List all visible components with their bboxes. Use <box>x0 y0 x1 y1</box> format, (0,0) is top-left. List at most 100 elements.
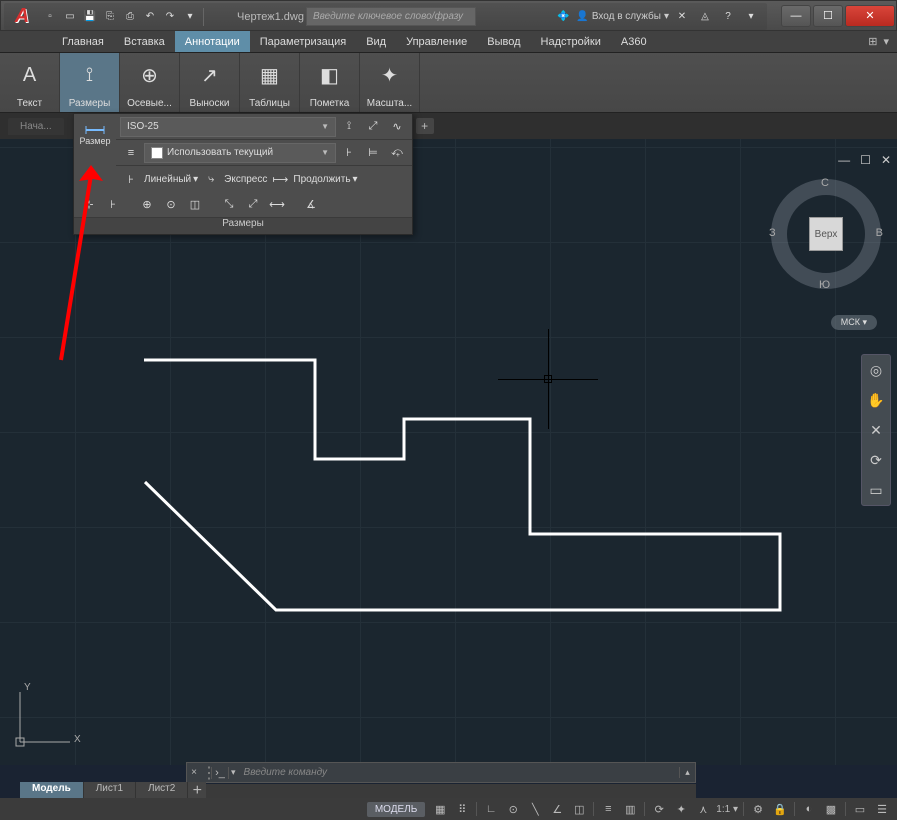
status-iso-icon[interactable]: ╲ <box>524 800 546 818</box>
status-grid-icon[interactable]: ▦ <box>429 800 451 818</box>
dim-oblique-icon[interactable]: ⤡ <box>218 195 240 215</box>
cmd-history-icon[interactable]: ▴ <box>679 767 695 778</box>
dim-textangle-icon[interactable]: ⤢ <box>242 195 264 215</box>
qat-new-icon[interactable]: ▫ <box>41 8 59 26</box>
nav-zoom-icon[interactable]: ✕ <box>865 419 887 441</box>
tab-parametric[interactable]: Параметризация <box>250 31 356 52</box>
status-hardware-icon[interactable]: ◐ <box>798 800 820 818</box>
viewcube-north[interactable]: С <box>821 177 829 189</box>
dim-angular-icon[interactable]: ∡ <box>300 195 322 215</box>
status-anno-scale[interactable]: 1:1 ▾ <box>714 804 740 815</box>
viewcube-west[interactable]: З <box>769 227 776 239</box>
status-isolate-icon[interactable]: ▩ <box>820 800 842 818</box>
filetab-start[interactable]: Нача... <box>8 118 64 135</box>
qat-more-icon[interactable]: ▾ <box>181 8 199 26</box>
panel-tables[interactable]: ▦ Таблицы <box>240 53 300 112</box>
status-annomon-icon[interactable]: ✦ <box>670 800 692 818</box>
dim-space-icon[interactable]: ⊨ <box>362 143 384 163</box>
viewcube[interactable]: Верх С Ю З В <box>771 179 881 289</box>
dim-continue-label[interactable]: Продолжить <box>293 174 350 185</box>
signin-button[interactable]: 👤 Вход в службы ▾ <box>576 11 669 22</box>
status-polar-icon[interactable]: ⊙ <box>502 800 524 818</box>
nav-pan-icon[interactable]: ✋ <box>865 389 887 411</box>
cmd-prompt-icon[interactable]: ›_ <box>211 767 229 779</box>
exchange-icon[interactable]: ✕ <box>673 8 691 26</box>
command-line[interactable]: × ⋮ ›_ ▾ Введите команду ▴ <box>186 762 696 783</box>
panel-text[interactable]: A Текст <box>0 53 60 112</box>
app-menu-icon[interactable]: A <box>4 3 40 30</box>
cmd-close-icon[interactable]: × <box>187 767 201 778</box>
filetab-add-button[interactable]: + <box>416 118 434 134</box>
viewcube-south[interactable]: Ю <box>819 279 830 291</box>
nav-orbit-icon[interactable]: ⟳ <box>865 449 887 471</box>
status-ortho-icon[interactable]: ∟ <box>480 800 502 818</box>
status-lineweight-icon[interactable]: ≡ <box>597 800 619 818</box>
nav-showmotion-icon[interactable]: ▭ <box>865 479 887 501</box>
panel-dimensions[interactable]: ⟟ Размеры <box>60 53 120 112</box>
status-lock-icon[interactable]: 🔒 <box>769 800 791 818</box>
viewcube-east[interactable]: В <box>876 227 883 239</box>
dim-update-icon[interactable]: ⟟ <box>338 117 360 137</box>
search-input[interactable]: Введите ключевое слово/фразу <box>306 7 476 26</box>
qat-plot-icon[interactable]: ⎙ <box>121 8 139 26</box>
ribbon-caret-icon[interactable]: ▾ <box>883 35 889 48</box>
status-cycle-icon[interactable]: ⟳ <box>648 800 670 818</box>
dim-break-icon[interactable]: ⊦ <box>338 143 360 163</box>
dimstyle-dropdown[interactable]: ISO-25 ▼ <box>120 117 336 137</box>
dim-center-icon[interactable]: ⊙ <box>160 195 182 215</box>
status-snap-icon[interactable]: ⠿ <box>451 800 473 818</box>
tab-plugins[interactable]: Надстройки <box>531 31 611 52</box>
ucs-dropdown[interactable]: МСК ▾ <box>831 315 877 330</box>
qat-save-icon[interactable]: 💾 <box>81 8 99 26</box>
chevron-down-icon[interactable]: ▾ <box>193 174 198 185</box>
dim-linear-label[interactable]: Линейный <box>144 174 191 185</box>
status-osnap-icon[interactable]: ∠ <box>546 800 568 818</box>
window-maximize-button[interactable]: ☐ <box>813 5 843 27</box>
window-minimize-button[interactable]: — <box>781 5 811 27</box>
qat-open-icon[interactable]: ▭ <box>61 8 79 26</box>
help-caret-icon[interactable]: ▾ <box>742 8 760 26</box>
dim-jog-icon[interactable]: ⤽ <box>386 143 408 163</box>
dim-reassoc-icon[interactable]: ⤢ <box>362 117 384 137</box>
status-customize-icon[interactable]: ☰ <box>871 800 893 818</box>
qat-undo-icon[interactable]: ↶ <box>141 8 159 26</box>
tab-annotate[interactable]: Аннотации <box>175 31 250 52</box>
dim-override-icon[interactable]: ∿ <box>386 117 408 137</box>
dim-continue-icon[interactable]: ⟼ <box>269 169 291 189</box>
status-transparency-icon[interactable]: ▥ <box>619 800 641 818</box>
qat-saveas-icon[interactable]: ⎘ <box>101 8 119 26</box>
subscription-icon[interactable]: 💠 <box>554 8 572 26</box>
tab-output[interactable]: Вывод <box>477 31 530 52</box>
nav-fullnav-icon[interactable]: ◎ <box>865 359 887 381</box>
dim-inspect-icon[interactable]: ◫ <box>184 195 206 215</box>
tab-insert[interactable]: Вставка <box>114 31 175 52</box>
dim-layer-icon[interactable]: ≡ <box>120 143 142 163</box>
dim-linear-icon[interactable]: ⊦ <box>120 169 142 189</box>
tab-home[interactable]: Главная <box>52 31 114 52</box>
tab-view[interactable]: Вид <box>356 31 396 52</box>
status-cleanscreen-icon[interactable]: ▭ <box>849 800 871 818</box>
chevron-down-icon[interactable]: ▾ <box>353 174 358 185</box>
dim-tolerance-icon[interactable]: ⊕ <box>136 195 158 215</box>
tab-manage[interactable]: Управление <box>396 31 477 52</box>
status-workspace-icon[interactable]: ⚙ <box>747 800 769 818</box>
panel-scale[interactable]: ✦ Масшта... <box>360 53 420 112</box>
a360-icon[interactable]: ◬ <box>696 8 714 26</box>
status-otrack-icon[interactable]: ◫ <box>568 800 590 818</box>
dim-express-icon[interactable]: ⤷ <box>200 169 222 189</box>
dim-textedit-icon[interactable]: ⟷ <box>266 195 288 215</box>
status-autoscale-icon[interactable]: ⋏ <box>692 800 714 818</box>
viewcube-face-top[interactable]: Верх <box>809 217 843 251</box>
qat-redo-icon[interactable]: ↷ <box>161 8 179 26</box>
panel-leaders[interactable]: ↗ Выноски <box>180 53 240 112</box>
cmd-input[interactable]: Введите команду <box>238 767 679 778</box>
dim-express-label[interactable]: Экспресс <box>224 174 267 185</box>
cmd-grip-icon[interactable]: ⋮ <box>201 763 211 783</box>
dimlayer-dropdown[interactable]: Использовать текущий ▼ <box>144 143 336 163</box>
status-model-toggle[interactable]: МОДЕЛЬ <box>367 802 425 817</box>
window-close-button[interactable]: ✕ <box>845 5 895 27</box>
panel-markup[interactable]: ◧ Пометка <box>300 53 360 112</box>
help-icon[interactable]: ? <box>719 8 737 26</box>
featured-apps-icon[interactable]: ⊞ <box>868 35 877 48</box>
tab-a360[interactable]: A360 <box>611 31 657 52</box>
